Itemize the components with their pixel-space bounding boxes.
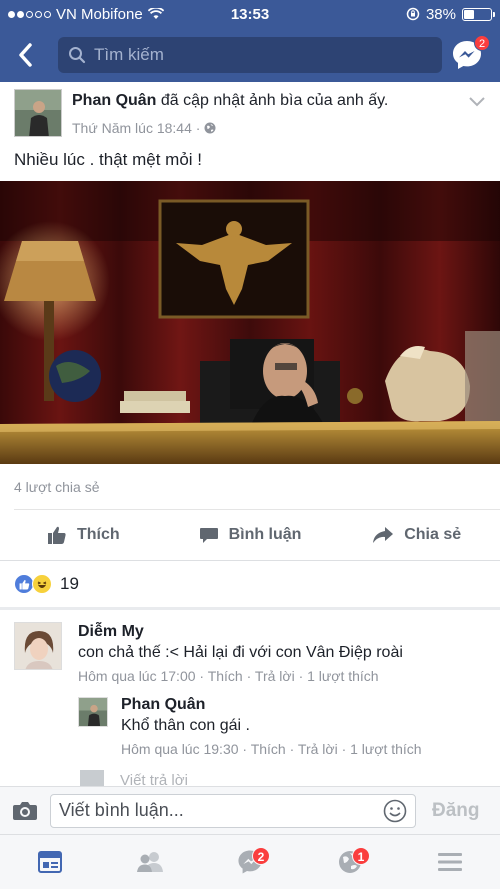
- avatar-image: [15, 90, 61, 136]
- haha-reaction-icon: [32, 574, 52, 594]
- write-reply-label: Viết trả lời: [120, 771, 188, 787]
- post-header-text: Phan Quân đã cập nhật ảnh bìa của anh ấy…: [72, 92, 388, 110]
- menu-icon: [438, 853, 462, 871]
- friends-icon: [137, 852, 163, 872]
- post-text: Nhiều lúc . thật mệt mỏi !: [14, 150, 203, 169]
- carrier-name: VN Mobifone: [56, 5, 143, 23]
- back-arrow-icon: [19, 43, 32, 67]
- like-button[interactable]: Thích: [0, 512, 167, 558]
- messages-badge: 2: [252, 847, 270, 865]
- chevron-down-icon[interactable]: [468, 94, 486, 108]
- comment-meta[interactable]: Hôm qua lúc 17:00 · Thích · Trả lời · 1 …: [78, 668, 379, 684]
- share-count[interactable]: 4 lượt chia sẻ: [14, 479, 99, 495]
- reaction-count: 19: [60, 574, 79, 593]
- comment-button[interactable]: Bình luận: [167, 512, 334, 558]
- tab-notifications[interactable]: 1: [300, 835, 400, 889]
- post-timestamp[interactable]: Thứ Năm lúc 18:44 ·: [72, 120, 200, 136]
- share-arrow-icon: [373, 527, 394, 543]
- globe-icon: [204, 122, 216, 134]
- comment-placeholder: Viết bình luận...: [59, 800, 184, 820]
- rotation-lock-icon: [406, 7, 420, 21]
- wifi-icon: [147, 8, 164, 19]
- post-action: đã cập nhật ảnh bìa của anh ấy.: [160, 92, 389, 109]
- avatar-image: [15, 623, 61, 669]
- like-label: Thích: [77, 526, 120, 543]
- reply-text: Khổ thân con gái .: [121, 717, 250, 734]
- office-scene-image: [0, 181, 500, 464]
- camera-icon[interactable]: [12, 801, 38, 821]
- messenger-button[interactable]: 2: [450, 35, 490, 72]
- comments-section: Diễm My con chả thế :< Hải lại đi với co…: [0, 610, 500, 786]
- comment-text: con chả thế :< Hải lại đi với con Vân Đi…: [78, 644, 403, 661]
- signal-icon: [8, 10, 51, 18]
- tab-messages[interactable]: 2: [200, 835, 300, 889]
- reply-author[interactable]: Phan Quân: [121, 696, 205, 714]
- thumbs-up-icon: [48, 526, 66, 544]
- avatar-image: [79, 698, 107, 726]
- author-name[interactable]: Phan Quân: [72, 92, 156, 109]
- back-button[interactable]: [12, 37, 38, 73]
- share-label: Chia sẻ: [404, 526, 462, 543]
- comment-author[interactable]: Diễm My: [78, 623, 144, 641]
- post-comment-button[interactable]: Đăng: [432, 800, 480, 822]
- post-meta: Thứ Năm lúc 18:44 ·: [72, 120, 216, 136]
- cover-photo[interactable]: [0, 181, 500, 464]
- reply-author-avatar[interactable]: [78, 697, 108, 727]
- tab-news-feed[interactable]: [0, 835, 100, 889]
- write-reply-row[interactable]: Viết trả lời: [80, 770, 188, 786]
- tab-friend-requests[interactable]: [100, 835, 200, 889]
- author-avatar[interactable]: [14, 89, 62, 137]
- top-bar: VN Mobifone 13:53 38% Tìm kiếm 2: [0, 0, 500, 82]
- bottom-tab-bar: 2 1: [0, 834, 500, 889]
- status-bar: VN Mobifone 13:53 38%: [0, 0, 500, 28]
- emoji-icon[interactable]: [383, 799, 407, 823]
- reactions-summary[interactable]: 19: [0, 560, 500, 607]
- like-reaction-icon: [14, 574, 34, 594]
- commenter-avatar[interactable]: [14, 622, 62, 670]
- news-feed-icon: [38, 851, 62, 873]
- reply-avatar-icon: [80, 770, 104, 786]
- reply-meta[interactable]: Hôm qua lúc 19:30 · Thích · Trả lời · 1 …: [121, 741, 422, 757]
- notifications-badge: 1: [352, 847, 370, 865]
- battery-icon: [462, 7, 495, 21]
- battery-percent: 38%: [425, 5, 456, 23]
- comment-label: Bình luận: [228, 526, 302, 543]
- search-placeholder: Tìm kiếm: [94, 45, 164, 64]
- comment-input[interactable]: Viết bình luận...: [50, 793, 416, 828]
- divider: [14, 509, 500, 510]
- share-button[interactable]: Chia sẻ: [333, 512, 500, 558]
- post-card: Phan Quân đã cập nhật ảnh bìa của anh ấy…: [0, 82, 500, 607]
- post-actions: Thích Bình luận Chia sẻ: [0, 512, 500, 558]
- search-input[interactable]: Tìm kiếm: [58, 37, 442, 73]
- comment-icon: [199, 528, 218, 543]
- search-icon: [69, 47, 86, 64]
- tab-more[interactable]: [400, 835, 500, 889]
- comment-composer: Viết bình luận... Đăng: [0, 786, 500, 834]
- messenger-badge: 2: [474, 35, 490, 51]
